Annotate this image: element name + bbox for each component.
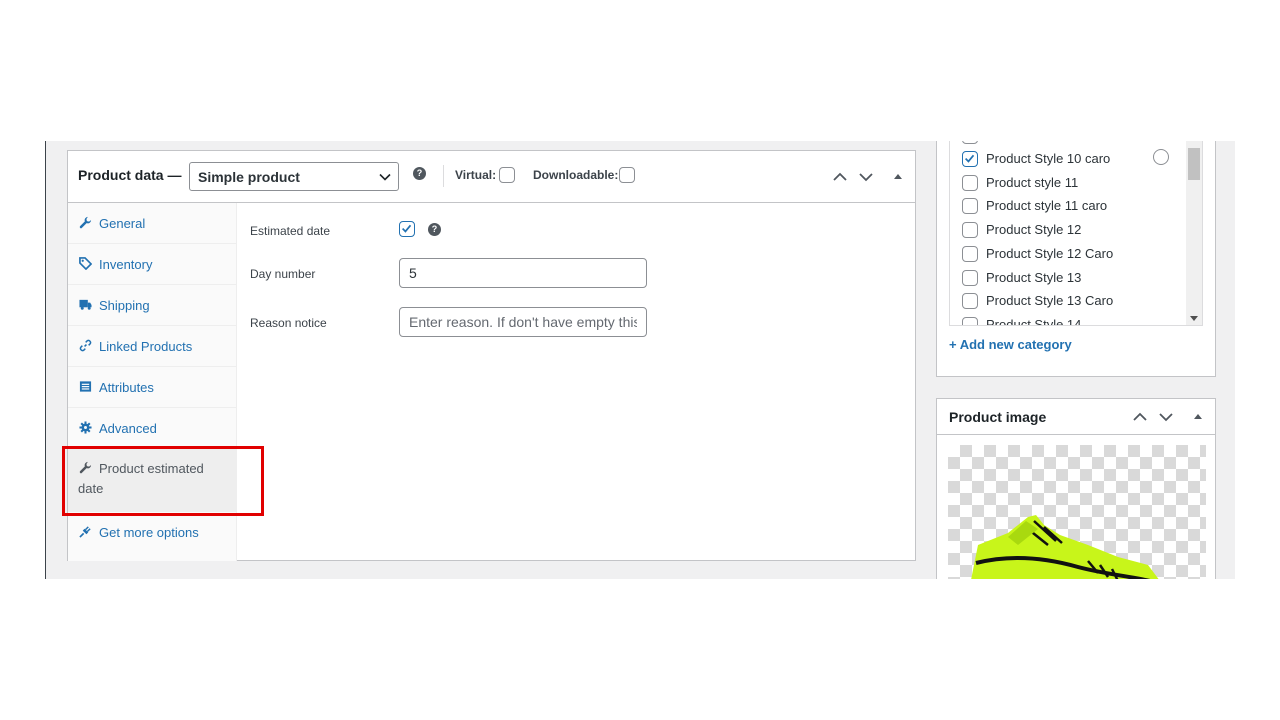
- category-item[interactable]: Product Style 12: [962, 221, 1081, 239]
- checkmark-icon: [401, 224, 412, 233]
- category-label: Product style 11: [986, 175, 1079, 190]
- truck-icon: [79, 299, 92, 310]
- add-new-category-link[interactable]: + Add new category: [949, 337, 1072, 352]
- collapse-triangle-icon[interactable]: [890, 169, 906, 185]
- category-item[interactable]: Product style 11 caro: [962, 197, 1107, 215]
- category-checkbox[interactable]: [962, 269, 978, 286]
- tab-label: Linked Products: [99, 339, 193, 354]
- category-checkbox[interactable]: [962, 174, 978, 191]
- tab-linked-products[interactable]: Linked Products: [68, 326, 237, 367]
- divider: [443, 165, 444, 187]
- day-number-input[interactable]: [399, 258, 647, 288]
- help-icon[interactable]: ?: [413, 167, 426, 180]
- category-item[interactable]: Product Style 12 Caro: [962, 245, 1113, 263]
- category-item[interactable]: [962, 141, 978, 145]
- category-item[interactable]: Product Style 13: [962, 269, 1081, 287]
- tab-get-more-options[interactable]: Get more options: [68, 512, 237, 553]
- admin-screen: Product data — Simple product ? Virtual:…: [45, 141, 1235, 579]
- downloadable-checkbox[interactable]: [619, 167, 635, 183]
- virtual-label: Virtual:: [455, 168, 497, 182]
- product-data-header: Product data — Simple product ? Virtual:…: [68, 151, 915, 203]
- category-label: Product Style 13: [986, 270, 1082, 285]
- primary-category-radio[interactable]: [1153, 149, 1169, 165]
- tab-label: Attributes: [99, 380, 154, 395]
- product-data-title: Product data —: [78, 167, 182, 183]
- tab-label: Inventory: [99, 257, 153, 272]
- category-label: Product Style 13 Caro: [986, 293, 1114, 308]
- plugin-icon: [79, 526, 91, 538]
- tab-advanced[interactable]: Advanced: [68, 408, 237, 449]
- tab-label: General: [99, 216, 146, 231]
- checkmark-icon: [964, 154, 975, 163]
- collapse-triangle-icon[interactable]: [1190, 409, 1206, 425]
- category-checkbox[interactable]: [962, 245, 978, 262]
- product-image-box: Product image: [936, 398, 1216, 579]
- tab-shipping[interactable]: Shipping: [68, 285, 237, 326]
- category-item[interactable]: Product style 11: [962, 174, 1078, 192]
- category-item[interactable]: Product Style 10 caro: [962, 150, 1110, 168]
- category-item[interactable]: Product Style 13 Caro: [962, 292, 1113, 310]
- chevron-down-icon[interactable]: [858, 169, 874, 185]
- reason-notice-input[interactable]: [399, 307, 647, 337]
- estimated-date-label: Estimated date: [250, 224, 331, 238]
- estimated-date-panel: Estimated date ? Day number Reason notic…: [238, 203, 915, 561]
- chevron-down-icon: [379, 173, 391, 181]
- tab-inventory[interactable]: Inventory: [68, 244, 237, 285]
- category-checkbox[interactable]: [962, 141, 978, 144]
- category-item[interactable]: Product Style 14: [962, 316, 1081, 325]
- list-icon: [79, 381, 92, 392]
- tag-icon: [79, 257, 92, 270]
- product-type-select[interactable]: Simple product: [189, 162, 399, 191]
- category-label: Product Style 12: [986, 222, 1082, 237]
- downloadable-label: Downloadable:: [533, 168, 619, 182]
- help-icon[interactable]: ?: [428, 223, 441, 236]
- category-checkbox[interactable]: [962, 150, 978, 167]
- category-checkbox[interactable]: [962, 197, 978, 214]
- tab-label: Shipping: [99, 298, 150, 313]
- category-checkbox[interactable]: [962, 292, 978, 309]
- scrollbar-thumb[interactable]: [1188, 148, 1200, 180]
- category-checkbox[interactable]: [962, 316, 978, 325]
- product-image-title: Product image: [949, 409, 1047, 425]
- product-data-tabs: General Inventory Shipping Linked Produc…: [68, 203, 237, 561]
- category-label: Product Style 14: [986, 317, 1082, 326]
- tab-product-estimated-date[interactable]: Product estimated date: [68, 449, 237, 512]
- product-data-box: Product data — Simple product ? Virtual:…: [67, 150, 916, 561]
- tab-general[interactable]: General: [68, 203, 237, 244]
- chevron-down-icon[interactable]: [1158, 409, 1174, 425]
- tab-label: Product estimated date: [78, 461, 204, 496]
- gear-icon: [79, 421, 92, 434]
- estimated-date-checkbox[interactable]: [399, 221, 415, 237]
- tab-label: Get more options: [99, 525, 199, 540]
- tab-label: Advanced: [99, 421, 157, 436]
- category-checkbox[interactable]: [962, 221, 978, 238]
- day-number-label: Day number: [250, 267, 316, 281]
- category-checklist[interactable]: Product Style 10 caro Product style 11 P…: [949, 141, 1203, 326]
- category-label: Product Style 12 Caro: [986, 246, 1114, 261]
- tab-attributes[interactable]: Attributes: [68, 367, 237, 408]
- chevron-up-icon[interactable]: [832, 169, 848, 185]
- scroll-down-arrow-icon[interactable]: [1190, 316, 1198, 321]
- product-image-header: Product image: [937, 399, 1215, 435]
- product-categories-box: Product Style 10 caro Product style 11 P…: [936, 141, 1216, 377]
- product-image-thumbnail[interactable]: [948, 445, 1206, 579]
- category-label: Product Style 10 caro: [986, 151, 1111, 166]
- category-label: Product style 11 caro: [986, 198, 1108, 213]
- wrench-icon: [79, 216, 92, 229]
- product-type-value: Simple product: [198, 169, 300, 185]
- category-scrollbar[interactable]: [1186, 141, 1202, 325]
- virtual-checkbox[interactable]: [499, 167, 515, 183]
- sneaker-image: [971, 515, 1159, 579]
- link-icon: [79, 339, 92, 352]
- chevron-up-icon[interactable]: [1132, 409, 1148, 425]
- reason-notice-label: Reason notice: [250, 316, 327, 330]
